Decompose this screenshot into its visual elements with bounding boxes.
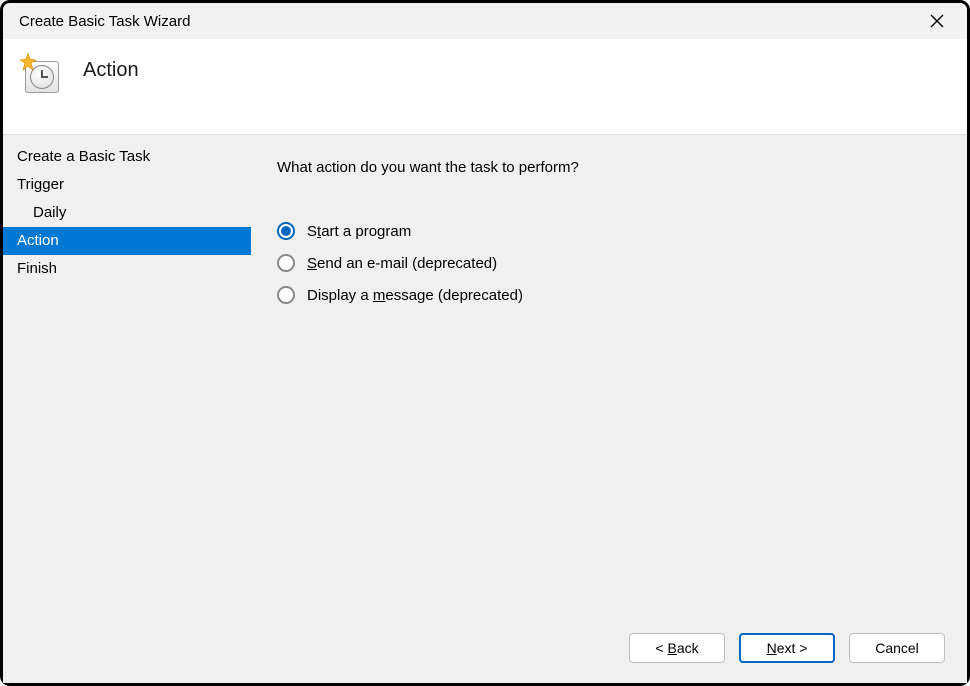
- clock-icon: [23, 57, 59, 93]
- sidebar-item-create-basic-task[interactable]: Create a Basic Task: [3, 143, 251, 171]
- window-title: Create Basic Task Wizard: [19, 13, 190, 30]
- sidebar-item-trigger[interactable]: Trigger: [3, 171, 251, 199]
- back-button[interactable]: < Back: [629, 633, 725, 663]
- footer: < Back Next > Cancel: [3, 621, 967, 683]
- header-band: Action: [3, 39, 967, 135]
- page-title: Action: [83, 59, 139, 82]
- radio-icon: [277, 286, 295, 304]
- option-label: Send an e-mail (deprecated): [307, 255, 497, 272]
- wizard-window: Create Basic Task Wizard Action Create a…: [0, 0, 970, 686]
- sidebar: Create a Basic Task Trigger Daily Action…: [3, 135, 251, 621]
- prompt-text: What action do you want the task to perf…: [277, 159, 947, 176]
- content-area: What action do you want the task to perf…: [251, 135, 967, 621]
- option-start-program[interactable]: Start a program: [277, 222, 947, 240]
- close-button[interactable]: [921, 8, 953, 34]
- sidebar-item-daily[interactable]: Daily: [3, 199, 251, 227]
- option-display-message[interactable]: Display a message (deprecated): [277, 286, 947, 304]
- radio-icon: [277, 254, 295, 272]
- close-icon: [930, 14, 944, 28]
- option-label: Start a program: [307, 223, 411, 240]
- option-label: Display a message (deprecated): [307, 287, 523, 304]
- sidebar-item-action[interactable]: Action: [3, 227, 251, 255]
- titlebar: Create Basic Task Wizard: [3, 3, 967, 39]
- option-send-email[interactable]: Send an e-mail (deprecated): [277, 254, 947, 272]
- wizard-body: Create a Basic Task Trigger Daily Action…: [3, 135, 967, 621]
- cancel-button[interactable]: Cancel: [849, 633, 945, 663]
- radio-icon: [277, 222, 295, 240]
- sidebar-item-finish[interactable]: Finish: [3, 255, 251, 283]
- next-button[interactable]: Next >: [739, 633, 835, 663]
